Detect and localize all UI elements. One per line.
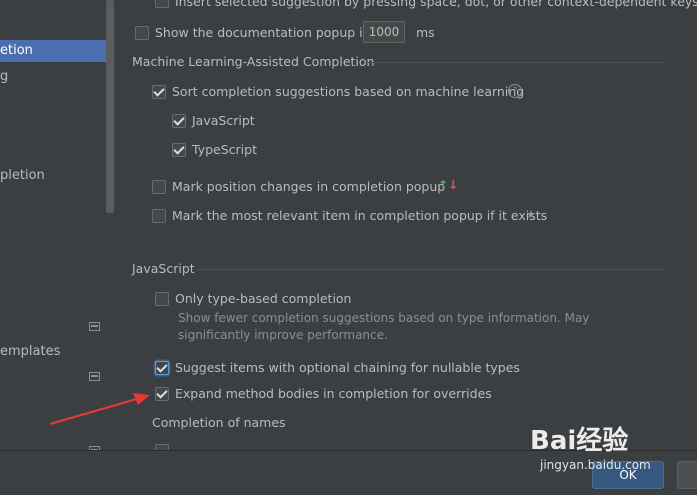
cancel-button[interactable] xyxy=(677,461,697,489)
expand-method-bodies-label: Expand method bodies in completion for o… xyxy=(175,386,492,401)
sidebar-item-label: emplates xyxy=(0,344,61,359)
watermark-url: jingyan.baidu.com xyxy=(540,458,651,472)
optional-chaining-checkbox[interactable] xyxy=(155,361,169,375)
sidebar-item-2[interactable]: g xyxy=(0,66,8,88)
only-type-based-hint: Show fewer completion suggestions based … xyxy=(178,311,590,342)
ml-javascript-label: JavaScript xyxy=(192,113,255,128)
ml-section-separator xyxy=(367,62,664,63)
ml-sort-label: Sort completion suggestions based on mac… xyxy=(172,84,525,99)
ml-typescript-label: TypeScript xyxy=(192,142,257,157)
sidebar-item-label: pletion xyxy=(0,168,45,183)
ml-typescript-checkbox[interactable] xyxy=(172,143,186,157)
only-type-based-label: Only type-based completion xyxy=(175,291,352,306)
doc-popup-unit: ms xyxy=(416,25,435,40)
sidebar-item-label: g xyxy=(0,69,9,84)
only-type-based-checkbox[interactable] xyxy=(155,292,169,306)
doc-popup-label: Show the documentation popup in xyxy=(155,25,371,40)
ml-javascript-checkbox[interactable] xyxy=(172,114,186,128)
watermark-logo: Bai经验 xyxy=(530,426,629,456)
ml-section-title: Machine Learning-Assisted Completion xyxy=(132,54,375,69)
mark-position-label: Mark position changes in completion popu… xyxy=(172,179,446,194)
doc-popup-delay-input[interactable]: 1000 xyxy=(363,21,405,43)
sidebar-scrollbar[interactable] xyxy=(106,0,114,213)
sidebar-item-3[interactable]: pletion xyxy=(0,165,45,187)
mark-relevant-label: Mark the most relevant item in completio… xyxy=(172,208,548,223)
js-section-title: JavaScript xyxy=(132,261,195,276)
insert-suggestion-checkbox[interactable] xyxy=(155,0,169,8)
optional-chaining-label: Suggest items with optional chaining for… xyxy=(175,360,520,375)
project-scope-icon xyxy=(89,322,100,331)
help-icon[interactable]: ? xyxy=(508,84,522,98)
settings-sidebar: etion g pletion emplates xyxy=(0,0,115,455)
position-change-arrows-icon: ↑↓ xyxy=(438,178,459,192)
doc-popup-checkbox[interactable] xyxy=(135,26,149,40)
insert-suggestion-label: Insert selected suggestion by pressing s… xyxy=(175,0,697,9)
completion-of-names-title: Completion of names xyxy=(152,415,286,430)
expand-method-bodies-checkbox[interactable] xyxy=(155,387,169,401)
star-icon: ★ xyxy=(526,208,536,221)
js-section-separator xyxy=(198,269,664,270)
project-scope-icon xyxy=(89,372,100,381)
sidebar-item-code-completion[interactable]: etion xyxy=(0,40,115,62)
sidebar-item-label: etion xyxy=(0,43,33,58)
mark-relevant-checkbox[interactable] xyxy=(152,209,166,223)
ml-sort-checkbox[interactable] xyxy=(152,85,166,99)
mark-position-checkbox[interactable] xyxy=(152,180,166,194)
sidebar-item-live-templates[interactable]: emplates xyxy=(0,341,60,363)
